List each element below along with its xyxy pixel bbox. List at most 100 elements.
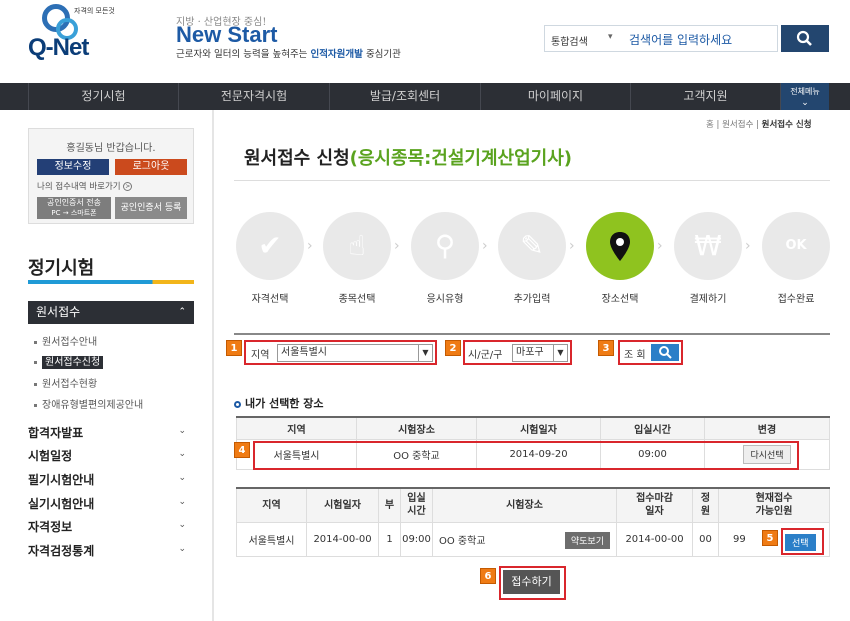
cell-date: 2014-00-00: [306, 521, 379, 557]
circle-bullet-icon: [234, 400, 241, 408]
chevron-down-icon: ⌄: [178, 473, 186, 483]
chevron-down-icon: ⌄: [178, 520, 186, 530]
pencil-icon: ✎: [520, 229, 544, 262]
chevron-up-icon: ⌃: [178, 307, 186, 317]
step-qualification: ✔: [236, 212, 304, 280]
sidebar-title: 정기시험: [28, 258, 95, 279]
gnb-item-support[interactable]: 고객지원: [630, 83, 781, 110]
annotation-badge-3: 3: [598, 340, 614, 356]
annotation-badge-1: 1: [226, 340, 242, 356]
cert-send-label: 공인인증서 전송: [46, 198, 102, 207]
chevron-right-icon: ›: [482, 238, 488, 254]
menu-label: 필기시험안내: [28, 473, 95, 487]
step-label: 장소선택: [601, 294, 639, 305]
cert-transfer-button[interactable]: 공인인증서 전송 PC → 스마트폰: [37, 197, 111, 219]
submenu-item-active[interactable]: 원서접수신청: [34, 353, 104, 369]
selected-place-heading: 내가 선택한 장소: [234, 395, 324, 411]
my-link-label: 나의 접수내역 바로가기: [37, 182, 121, 192]
region-label: 지역: [251, 350, 270, 361]
select-button[interactable]: 선택: [785, 534, 816, 551]
search-input[interactable]: 검색어를 입력하세요: [629, 31, 732, 48]
page-title-detail: (응시종목:건설기계산업기사): [349, 148, 573, 169]
menu-cert-info[interactable]: 자격정보 ⌄: [28, 518, 194, 535]
page-title-main: 원서접수 신청: [244, 148, 350, 169]
chevron-down-icon: ⌄: [178, 449, 186, 459]
column-header: 시험장소: [432, 487, 617, 523]
chevron-down-icon: ▾: [608, 32, 613, 42]
submenu-item[interactable]: 원서접수안내: [34, 333, 97, 348]
district-select[interactable]: 마포구 ▼: [512, 344, 568, 362]
annotation-badge-4: 4: [234, 442, 250, 458]
menu-statistics[interactable]: 자격검정통계 ⌄: [28, 542, 194, 559]
column-header: 부: [378, 487, 401, 523]
bullet-icon: [34, 403, 37, 407]
search-scope-select[interactable]: 통합검색: [551, 33, 588, 48]
qnet-logo[interactable]: 자격의 모든것 Q-Net: [28, 4, 118, 66]
hand-pointer-icon: ☝: [348, 229, 366, 262]
cert-send-sub: PC → 스마트폰: [51, 209, 97, 217]
logo-name: Q-Net: [28, 34, 89, 61]
chevron-right-icon: ›: [394, 238, 400, 254]
all-menu-label: 전체메뉴: [790, 87, 820, 96]
region-value: 서울특별시: [281, 347, 327, 358]
my-application-link[interactable]: 나의 접수내역 바로가기 >: [37, 180, 133, 192]
selected-heading-text: 내가 선택한 장소: [245, 397, 324, 410]
chevron-right-icon: ›: [307, 238, 313, 254]
step-label: 결제하기: [689, 294, 727, 305]
map-button[interactable]: 약도보기: [564, 531, 610, 549]
submenu-label: 원서접수신청: [42, 356, 104, 369]
menu-application-label: 원서접수: [36, 305, 81, 319]
gnb-item-issue-center[interactable]: 발급/조회센터: [329, 83, 480, 110]
column-header: 시험장소: [356, 416, 477, 440]
step-extra: ✎: [498, 212, 566, 280]
column-header: 변경: [704, 416, 830, 440]
step-label: 자격선택: [251, 294, 289, 305]
submenu-item[interactable]: 장애유형별편의제공안내: [34, 396, 143, 411]
submenu-label: 장애유형별편의제공안내: [42, 400, 144, 411]
column-header: 지역: [236, 487, 307, 523]
edit-info-button[interactable]: 정보수정: [37, 159, 109, 175]
submit-application-button[interactable]: 접수하기: [503, 570, 560, 594]
search-button[interactable]: [781, 25, 829, 52]
available-count: 99: [733, 533, 746, 545]
column-header: 시험일자: [306, 487, 379, 523]
cert-register-button[interactable]: 공인인증서 등록: [115, 197, 187, 219]
new-start-description: 근로자와 일터의 능력을 높혀주는 인적자원개발 중심기관: [176, 46, 401, 60]
breadcrumb-home[interactable]: 홈: [706, 120, 714, 130]
menu-practical-exam[interactable]: 실기시험안내 ⌄: [28, 495, 194, 512]
cell-capacity: 00: [692, 521, 719, 557]
all-menu-button[interactable]: 전체메뉴 ⌄: [781, 83, 829, 110]
bullet-icon: [34, 360, 37, 364]
highlight-selected-row: [253, 441, 799, 470]
annotation-badge-5: 5: [762, 530, 778, 546]
breadcrumb: 홈 | 원서접수 | 원서접수 신청: [706, 120, 812, 130]
chevron-down-icon: ⌄: [178, 544, 186, 554]
menu-application[interactable]: 원서접수 ⌃: [28, 301, 194, 324]
check-icon: ✔: [258, 229, 282, 262]
menu-schedule[interactable]: 시험일정 ⌄: [28, 447, 194, 464]
submenu-item[interactable]: 원서접수현황: [34, 375, 97, 390]
search-bar[interactable]: 통합검색 ▾ 검색어를 입력하세요: [544, 25, 778, 52]
query-button[interactable]: [651, 344, 679, 361]
cell-part: 1: [378, 521, 401, 557]
region-select[interactable]: 서울특별시 ▼: [277, 344, 433, 362]
logout-button[interactable]: 로그아웃: [115, 159, 187, 175]
gnb-item-mypage[interactable]: 마이페이지: [480, 83, 630, 110]
ok-monitor-icon: OK: [785, 238, 807, 253]
gnb-item-regular-exam[interactable]: 정기시험: [28, 83, 178, 110]
menu-results[interactable]: 합격자발표 ⌄: [28, 424, 194, 441]
login-box: 홍길동님 반갑습니다. 정보수정 로그아웃 나의 접수내역 바로가기 > 공인인…: [28, 128, 194, 224]
sidebar-divider: [212, 110, 214, 621]
desc-post: 중심기관: [365, 49, 401, 60]
menu-written-exam[interactable]: 필기시험안내 ⌄: [28, 471, 194, 488]
column-header: 지역: [236, 416, 357, 440]
breadcrumb-mid[interactable]: 원서접수: [722, 120, 753, 130]
step-label: 종목선택: [338, 294, 376, 305]
gnb-item-professional-exam[interactable]: 전문자격시험: [178, 83, 329, 110]
desc-highlight: 인적자원개발: [310, 49, 363, 60]
map-pin-icon: [586, 212, 654, 280]
chevron-down-icon: ▼: [418, 345, 432, 361]
column-header: 정 원: [692, 487, 719, 523]
chevron-right-icon: >: [123, 182, 133, 191]
step-type: ⚲: [411, 212, 479, 280]
